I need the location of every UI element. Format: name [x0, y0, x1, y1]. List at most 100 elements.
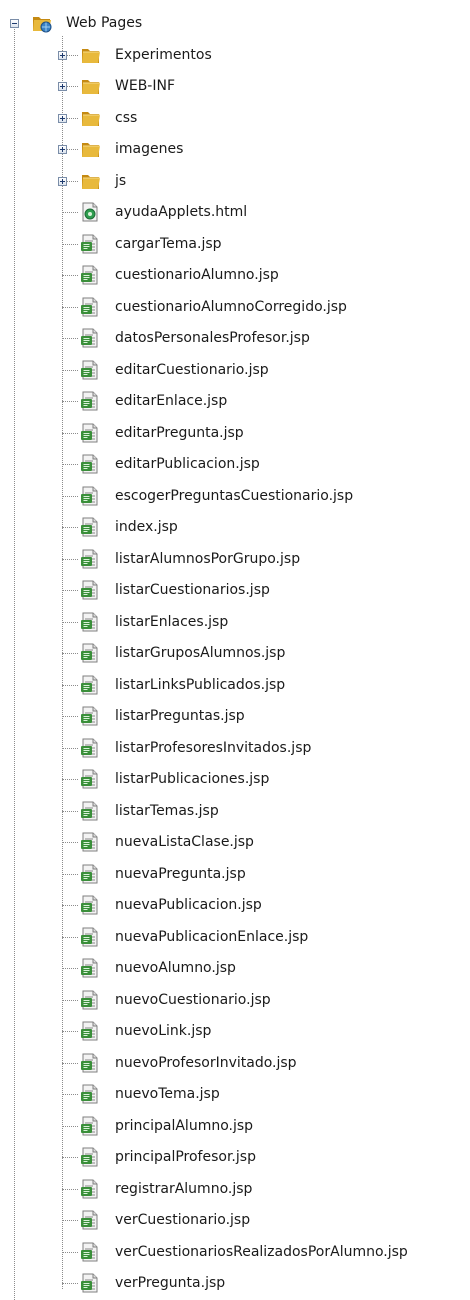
tree-node-file[interactable]: listarCuestionarios.jsp	[0, 575, 470, 606]
jsp-file-icon	[80, 738, 100, 762]
jsp-file-icon	[80, 612, 100, 636]
expand-toggle[interactable]	[58, 145, 67, 154]
tree-node-file[interactable]: nuevaPregunta.jsp	[0, 859, 470, 890]
tree-connector-line	[62, 842, 78, 843]
tree-node-label: principalAlumno.jsp	[115, 1117, 254, 1134]
expand-toggle[interactable]	[58, 50, 67, 60]
tree-node-folder[interactable]: js	[0, 166, 470, 197]
tree-node-file[interactable]: editarPregunta.jsp	[0, 418, 470, 449]
tree-node-label: nuevoLink.jsp	[115, 1023, 212, 1039]
tree-node-file[interactable]: verCuestionario.jsp	[0, 1205, 470, 1236]
jsp-file-icon	[80, 1116, 100, 1140]
tree-node-file[interactable]: listarLinksPublicados.jsp	[0, 670, 470, 701]
tree-node-label: nuevoProfesorInvitado.jsp	[115, 1054, 297, 1071]
collapse-toggle[interactable]	[10, 19, 19, 28]
tree-connector-line	[62, 1031, 78, 1032]
tree-node-file[interactable]: cuestionarioAlumno.jsp	[0, 260, 470, 291]
tree-node-file[interactable]: nuevaPublicacionEnlace.jsp	[0, 922, 470, 953]
tree-node-file[interactable]: nuevoTema.jsp	[0, 1079, 470, 1110]
tree-node-label: cargarTema.jsp	[115, 235, 222, 252]
tree-node-file[interactable]: editarCuestionario.jsp	[0, 355, 470, 386]
tree-connector-line	[62, 495, 78, 497]
tree-connector-line	[62, 1283, 78, 1284]
tree-node-file[interactable]: listarGruposAlumnos.jsp	[0, 638, 470, 669]
tree-node-label: cuestionarioAlumno.jsp	[115, 267, 279, 283]
tree-node-label: verCuestionario.jsp	[115, 1212, 251, 1228]
tree-node-file[interactable]: listarPublicaciones.jsp	[0, 764, 470, 795]
tree-node-label: css	[115, 109, 138, 126]
folder-icon	[80, 45, 102, 69]
tree-node-file[interactable]: datosPersonalesProfesor.jsp	[0, 323, 470, 354]
tree-node-file[interactable]: cuestionarioAlumnoCorregido.jsp	[0, 292, 470, 323]
tree-connector-line	[62, 338, 78, 339]
jsp-file-icon	[80, 927, 100, 951]
jsp-file-icon	[80, 1273, 100, 1297]
tree-node-file[interactable]: ayudaApplets.html	[0, 197, 470, 228]
tree-node-file[interactable]: index.jsp	[0, 512, 470, 543]
tree-node-label: nuevoTema.jsp	[115, 1086, 220, 1102]
tree-node-file[interactable]: nuevoProfesorInvitado.jsp	[0, 1048, 470, 1079]
tree-node-file[interactable]: verPregunta.jsp	[0, 1268, 470, 1299]
tree-node-file[interactable]: nuevoCuestionario.jsp	[0, 985, 470, 1016]
jsp-file-icon	[80, 1084, 100, 1108]
tree-connector-line	[62, 810, 78, 812]
tree-connector-line	[62, 1251, 78, 1253]
tree-node-label: editarEnlace.jsp	[115, 393, 228, 409]
tree-node-label: datosPersonalesProfesor.jsp	[115, 330, 310, 346]
jsp-file-icon	[80, 454, 100, 478]
jsp-file-icon	[80, 832, 100, 856]
tree-connector-line	[62, 464, 78, 465]
jsp-file-icon	[80, 958, 100, 982]
tree-node-file[interactable]: listarAlumnosPorGrupo.jsp	[0, 544, 470, 575]
project-tree: Web Pages Experimentos WEB-INF css imagenes j…	[0, 0, 470, 1300]
tree-node-folder[interactable]: css	[0, 103, 470, 134]
tree-connector-line	[62, 558, 78, 560]
expand-toggle[interactable]	[58, 113, 67, 123]
tree-node-label: Experimentos	[115, 46, 212, 63]
tree-node-file[interactable]: editarPublicacion.jsp	[0, 449, 470, 480]
tree-node-web-pages[interactable]: Web Pages	[0, 8, 470, 39]
tree-node-file[interactable]: nuevoAlumno.jsp	[0, 953, 470, 984]
tree-node-label: principalProfesor.jsp	[115, 1149, 256, 1165]
jsp-file-icon	[80, 1210, 100, 1234]
tree-node-file[interactable]: listarTemas.jsp	[0, 796, 470, 827]
tree-node-label: WEB-INF	[115, 78, 175, 94]
tree-node-file[interactable]: cargarTema.jsp	[0, 229, 470, 260]
tree-connector-line	[62, 306, 78, 308]
tree-node-file[interactable]: nuevoLink.jsp	[0, 1016, 470, 1047]
expand-toggle[interactable]	[58, 82, 67, 91]
tree-node-label: nuevaPregunta.jsp	[115, 865, 246, 882]
tree-node-file[interactable]: principalAlumno.jsp	[0, 1111, 470, 1142]
tree-connector-line	[62, 1220, 78, 1221]
tree-node-file[interactable]: editarEnlace.jsp	[0, 386, 470, 417]
tree-node-label: listarAlumnosPorGrupo.jsp	[115, 550, 301, 567]
tree-node-file[interactable]: registrarAlumno.jsp	[0, 1174, 470, 1205]
jsp-file-icon	[80, 549, 100, 573]
tree-connector-line	[62, 716, 78, 717]
tree-node-file[interactable]: nuevaPublicacion.jsp	[0, 890, 470, 921]
expand-toggle[interactable]	[58, 176, 67, 186]
tree-node-label: nuevaPublicacionEnlace.jsp	[115, 928, 309, 945]
tree-node-folder[interactable]: Experimentos	[0, 40, 470, 71]
tree-node-label: escogerPreguntasCuestionario.jsp	[115, 487, 354, 504]
tree-node-label: nuevoAlumno.jsp	[115, 960, 236, 976]
tree-node-file[interactable]: listarProfesoresInvitados.jsp	[0, 733, 470, 764]
tree-node-folder[interactable]: imagenes	[0, 134, 470, 165]
tree-node-folder[interactable]: WEB-INF	[0, 71, 470, 102]
tree-node-label: verPregunta.jsp	[115, 1275, 226, 1291]
jsp-file-icon	[80, 769, 100, 793]
tree-node-file[interactable]: escogerPreguntasCuestionario.jsp	[0, 481, 470, 512]
tree-connector-line	[62, 747, 78, 749]
jsp-file-icon	[80, 517, 100, 541]
tree-node-file[interactable]: listarPreguntas.jsp	[0, 701, 470, 732]
tree-node-file[interactable]: principalProfesor.jsp	[0, 1142, 470, 1173]
tree-connector-line	[62, 905, 78, 906]
tree-node-file[interactable]: nuevaListaClase.jsp	[0, 827, 470, 858]
folder-icon	[80, 139, 102, 163]
tree-connector-line	[62, 1188, 78, 1190]
tree-connector-line	[62, 1157, 78, 1158]
tree-node-file[interactable]: verCuestionariosRealizadosPorAlumno.jsp	[0, 1237, 470, 1268]
jsp-file-icon	[80, 1147, 100, 1171]
tree-node-label: editarPublicacion.jsp	[115, 456, 260, 472]
tree-node-file[interactable]: listarEnlaces.jsp	[0, 607, 470, 638]
